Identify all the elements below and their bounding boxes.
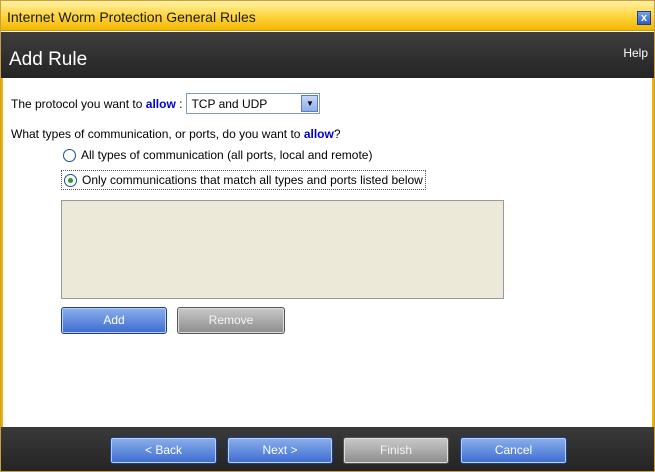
window-title: Internet Worm Protection General Rules [7,9,256,25]
types-question-suffix: ? [333,127,341,141]
protocol-keyword: allow [145,96,176,111]
content-area: The protocol you want to allow : TCP and… [1,78,654,427]
protocol-colon: : [179,96,183,111]
types-question-keyword: allow [303,127,334,141]
protocol-select[interactable]: TCP and UDP ▼ [186,93,321,114]
finish-button[interactable]: Finish [343,437,449,464]
radio-button-unchecked[interactable] [63,148,76,162]
radio-matching-only-label: Only communications that match all types… [82,173,423,187]
protocol-row: The protocol you want to allow : TCP and… [11,93,321,114]
protocol-select-value: TCP and UDP [191,97,268,111]
add-button[interactable]: Add [61,307,167,334]
back-button[interactable]: < Back [110,437,217,464]
dialog-window: Internet Worm Protection General Rules x… [0,0,655,472]
types-question: What types of communication, or ports, d… [11,127,341,141]
rules-list[interactable] [61,200,504,299]
protocol-prefix: The protocol you want to [11,96,143,111]
chevron-down-icon[interactable]: ▼ [301,95,319,112]
next-button[interactable]: Next > [227,437,333,464]
title-bar[interactable]: Internet Worm Protection General Rules x [1,1,654,31]
footer-bar: < Back Next > Finish Cancel [1,427,654,471]
radio-button-checked[interactable] [64,173,77,187]
help-link[interactable]: Help [623,46,648,60]
cancel-button[interactable]: Cancel [460,437,567,464]
remove-button[interactable]: Remove [177,307,285,334]
header-band: Add Rule Help [1,32,654,78]
radio-dot-icon [68,177,73,183]
radio-matching-only[interactable]: Only communications that match all types… [61,170,426,190]
types-question-prefix: What types of communication, or ports, d… [11,127,301,141]
radio-all-types-label: All types of communication (all ports, l… [81,148,373,162]
page-title: Add Rule [9,49,88,70]
radio-all-types[interactable]: All types of communication (all ports, l… [63,148,372,162]
close-icon[interactable]: x [637,11,651,25]
